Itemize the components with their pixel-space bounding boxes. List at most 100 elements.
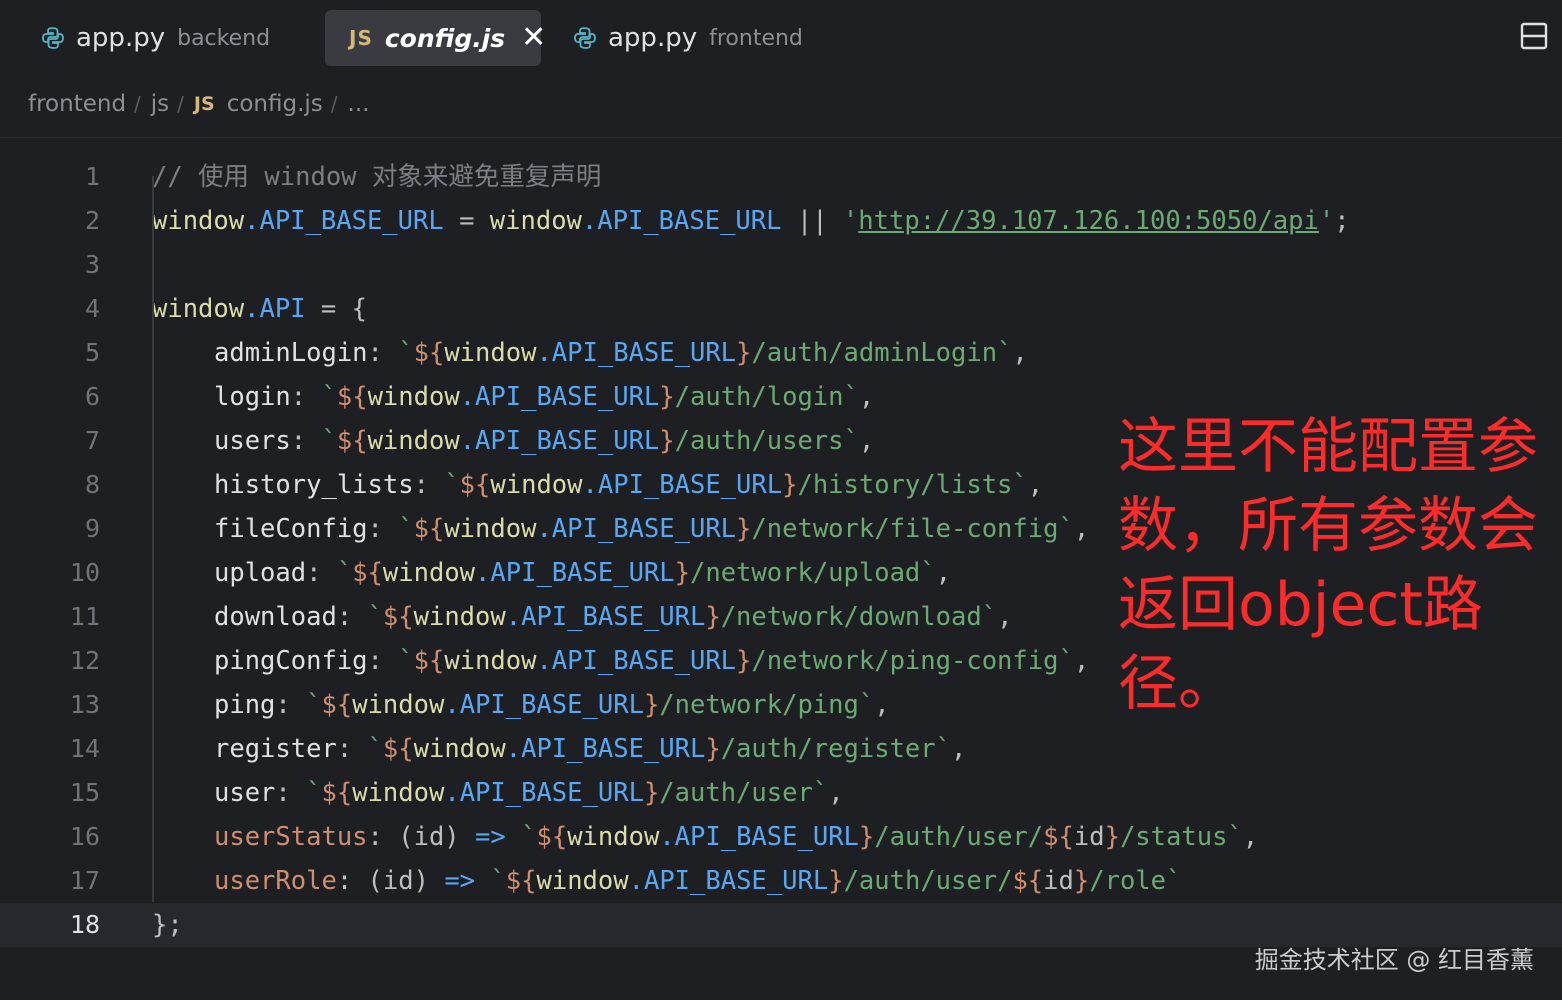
tab-config-js[interactable]: JS config.js ✕: [325, 10, 546, 66]
token: ${: [352, 558, 383, 588]
code-text: // 使用 window 对象来避免重复声明: [152, 155, 601, 199]
token: :: [336, 866, 368, 896]
token: ,: [1012, 338, 1028, 368]
token: /network/download: [720, 602, 982, 632]
token: userRole: [214, 866, 337, 896]
token: window: [444, 514, 537, 544]
token: ,: [997, 602, 1013, 632]
token: ${: [382, 734, 414, 764]
url-link[interactable]: http://39.107.126.100:5050/api: [858, 206, 1319, 236]
token: pingConfig: [214, 646, 368, 676]
token: `: [367, 734, 383, 764]
code-line: 14 register: `${window.API_BASE_URL}/auth…: [0, 727, 1562, 771]
token: `: [306, 690, 322, 720]
token: history_lists: [214, 470, 414, 500]
token: (id): [398, 822, 460, 852]
code-line: 4 window.API = {: [0, 287, 1562, 331]
token: ;: [1334, 206, 1350, 236]
token: .API_BASE_URL: [581, 206, 782, 236]
token: ${: [321, 778, 353, 808]
line-number: 5: [84, 338, 100, 367]
token: .API_BASE_URL: [459, 382, 660, 412]
token: ,: [935, 558, 952, 588]
token: ,: [1027, 470, 1044, 500]
line-number: 2: [84, 206, 100, 235]
line-number: 14: [69, 734, 100, 763]
token: }: [736, 646, 752, 676]
comment: // 使用 window 对象来避免重复声明: [152, 162, 602, 192]
tab-app-py-backend[interactable]: app.py backend: [28, 10, 298, 66]
tab-label: app.py: [76, 23, 166, 53]
token: upload: [214, 558, 307, 588]
token: }: [705, 734, 721, 764]
token: ${: [505, 866, 537, 896]
line-number: 8: [84, 470, 100, 499]
token: ,: [951, 734, 967, 764]
tab-app-py-frontend[interactable]: app.py frontend: [560, 10, 820, 66]
line-number: 18: [69, 910, 100, 939]
token: ${: [413, 514, 445, 544]
token: }: [858, 822, 875, 852]
line-number: 9: [84, 514, 100, 543]
close-tab-icon[interactable]: ✕: [521, 23, 546, 53]
token: login: [214, 382, 291, 412]
split-editor-icon[interactable]: [1520, 22, 1548, 50]
watermark: 掘金技术社区 @ 红目香薰: [1254, 946, 1534, 974]
token: }: [1104, 822, 1120, 852]
breadcrumb: frontend / js / JS config.js / ...: [28, 84, 369, 124]
token: `: [920, 558, 936, 588]
token: `: [321, 426, 337, 456]
code-line: 2 window.API_BASE_URL = window.API_BASE_…: [0, 199, 1562, 243]
token: /network/ping: [659, 690, 859, 720]
token: ${: [459, 470, 491, 500]
line-number: 11: [69, 602, 100, 631]
token: }: [782, 470, 798, 500]
token: ,: [1073, 514, 1090, 544]
token: .API_BASE_URL: [536, 338, 737, 368]
code-text: userStatus: (id) => `${window.API_BASE_U…: [214, 815, 1258, 859]
token: .API_BASE_URL: [505, 734, 706, 764]
token: :: [413, 470, 445, 500]
line-number: 7: [84, 426, 100, 455]
token: :: [336, 734, 368, 764]
token: /auth/user: [659, 778, 813, 808]
breadcrumb-item-frontend[interactable]: frontend: [28, 91, 126, 117]
line-number: 4: [84, 294, 100, 323]
token: }: [828, 866, 844, 896]
line-number: 16: [69, 822, 100, 851]
breadcrumb-item-more[interactable]: ...: [348, 91, 370, 117]
token: .API_BASE_URL: [459, 426, 660, 456]
token: /status: [1119, 822, 1228, 852]
breadcrumb-item-config-js[interactable]: config.js: [227, 91, 323, 117]
token: `: [812, 778, 829, 808]
token: download: [214, 602, 337, 632]
token: /auth/register: [720, 734, 936, 764]
token: :: [336, 602, 368, 632]
token: `: [521, 822, 537, 852]
code-line: 17 userRole: (id) => `${window.API_BASE_…: [0, 859, 1562, 903]
line-number: 13: [69, 690, 100, 719]
token: .API_BASE_URL: [536, 646, 737, 676]
token: `: [1058, 646, 1074, 676]
token: /network/upload: [690, 558, 921, 588]
token: `: [843, 426, 859, 456]
token: }: [674, 558, 690, 588]
token: .API_BASE_URL: [444, 690, 644, 720]
token: window: [367, 426, 460, 456]
token: .API_BASE_URL: [444, 778, 644, 808]
token: ${: [1043, 822, 1074, 852]
token: /auth/user/: [874, 822, 1044, 852]
token: }: [643, 778, 660, 808]
code-line: 5 adminLogin: `${window.API_BASE_URL}/aut…: [0, 331, 1562, 375]
token: ': [1318, 206, 1335, 236]
breadcrumb-item-js[interactable]: js: [151, 91, 169, 117]
token: }: [736, 338, 752, 368]
token: /auth/login: [674, 382, 844, 412]
code-text: users: `${window.API_BASE_URL}/auth/user…: [214, 419, 874, 463]
token: id: [1073, 822, 1105, 852]
token: ${: [336, 382, 368, 412]
token: window: [413, 602, 506, 632]
python-icon: [38, 23, 68, 53]
